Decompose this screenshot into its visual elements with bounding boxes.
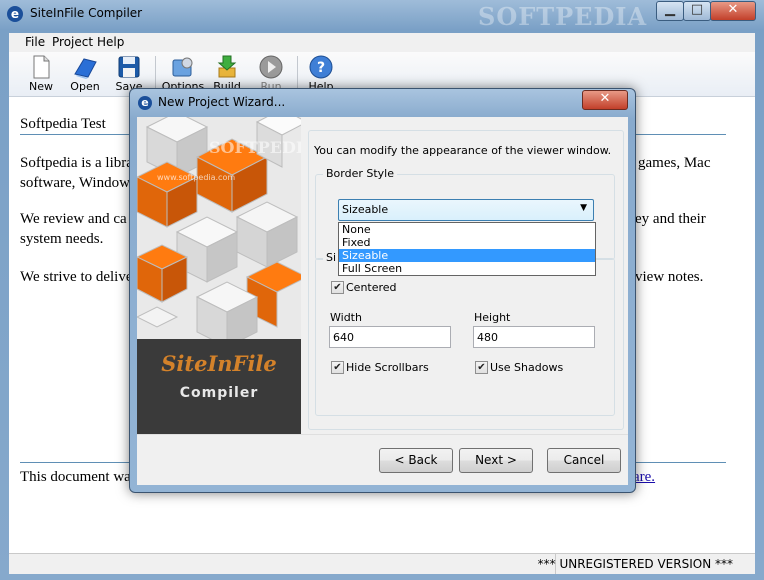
build-arrow-icon (217, 55, 237, 78)
hide-scrollbars-label: Hide Scrollbars (346, 361, 429, 374)
toolbar-separator (297, 56, 298, 92)
options-icon (172, 57, 193, 77)
centered-label: Centered (346, 281, 397, 294)
logo-subtitle: Compiler (179, 385, 259, 401)
size-group-legend: Si (323, 251, 340, 264)
toolbar-separator (155, 56, 156, 92)
option-full-screen[interactable]: Full Screen (339, 262, 595, 275)
height-label: Height (474, 311, 511, 324)
option-none[interactable]: None (339, 223, 595, 236)
option-label: None (342, 223, 371, 236)
border-style-select[interactable]: Sizeable ▼ (338, 199, 594, 221)
dialog-button-bar: < Back Next > Cancel (137, 434, 628, 485)
app-title: SiteInFile Compiler (30, 6, 143, 20)
new-document-icon (33, 55, 50, 79)
wizard-banner: SOFTPEDIA www.softpedia.com SiteInFile C… (137, 117, 301, 434)
dialog-body: SOFTPEDIA www.softpedia.com SiteInFile C… (137, 117, 628, 485)
back-button[interactable]: < Back (379, 448, 453, 473)
banner-watermark: SOFTPEDIA (209, 138, 301, 157)
width-field[interactable]: 640 (329, 326, 451, 348)
dialog-title: New Project Wizard... (158, 95, 286, 109)
paragraph-2-right: ey and their (635, 211, 706, 227)
paragraph-1-right: games, Mac (638, 155, 711, 171)
product-logo: SiteInFile Compiler (137, 339, 301, 434)
menu-bar: File Project Help (9, 33, 755, 52)
menu-project[interactable]: Project (52, 35, 93, 49)
use-shadows-label: Use Shadows (490, 361, 564, 374)
svg-text:?: ? (317, 60, 325, 76)
floppy-disk-icon (118, 56, 140, 78)
option-fixed[interactable]: Fixed (339, 236, 595, 249)
help-icon: ? (309, 55, 333, 79)
height-value: 480 (477, 331, 498, 344)
open-book-icon (74, 58, 97, 79)
height-field[interactable]: 480 (473, 326, 595, 348)
dialog-app-icon: e (138, 96, 152, 110)
paragraph-3-right: view notes. (635, 269, 704, 285)
chevron-down-icon: ▼ (580, 203, 587, 213)
banner-watermark-url: www.softpedia.com (157, 173, 235, 182)
width-label: Width (330, 311, 362, 324)
menu-file[interactable]: File (25, 35, 45, 49)
new-project-wizard-dialog: e New Project Wizard... ✕ SOFTPEDI www.s… (129, 88, 636, 493)
option-label: Sizeable (342, 249, 389, 262)
border-style-value: Sizeable (342, 203, 389, 216)
status-bar: *** UNREGISTERED VERSION *** (9, 553, 755, 574)
hide-scrollbars-checkbox[interactable]: ✔ (331, 361, 344, 374)
use-shadows-checkbox[interactable]: ✔ (475, 361, 488, 374)
logo-title: SiteInFile (161, 351, 277, 376)
softpedia-watermark: SOFTPEDIA (478, 2, 648, 31)
border-style-dropdown: None Fixed Sizeable Full Screen (338, 222, 596, 276)
minimize-button[interactable]: ▁ (656, 1, 684, 21)
next-button[interactable]: Next > (459, 448, 533, 473)
border-style-legend: Border Style (323, 167, 398, 180)
open-label: Open (70, 80, 100, 93)
cancel-button[interactable]: Cancel (547, 448, 621, 473)
app-icon: e (7, 6, 23, 22)
maximize-button[interactable]: □ (683, 1, 711, 21)
option-label: Fixed (342, 236, 371, 249)
dialog-close-button[interactable]: ✕ (582, 90, 628, 110)
footer-link[interactable]: are. (633, 467, 655, 487)
registration-status: *** UNREGISTERED VERSION *** (537, 557, 733, 571)
centered-checkbox[interactable]: ✔ (331, 281, 344, 294)
open-button[interactable]: Open (63, 54, 107, 94)
close-button[interactable]: ✕ (710, 1, 756, 21)
width-value: 640 (333, 331, 354, 344)
menu-help[interactable]: Help (97, 35, 124, 49)
title-bar: e SiteInFile Compiler SOFTPEDIA ▁ □ ✕ (0, 0, 764, 31)
run-play-icon (259, 55, 283, 79)
option-sizeable[interactable]: Sizeable (339, 249, 595, 262)
intro-text: You can modify the appearance of the vie… (314, 144, 612, 157)
new-button[interactable]: New (19, 54, 63, 94)
cubes-graphic: SOFTPEDIA www.softpedia.com (137, 117, 301, 348)
new-label: New (29, 80, 53, 93)
option-label: Full Screen (342, 262, 403, 275)
